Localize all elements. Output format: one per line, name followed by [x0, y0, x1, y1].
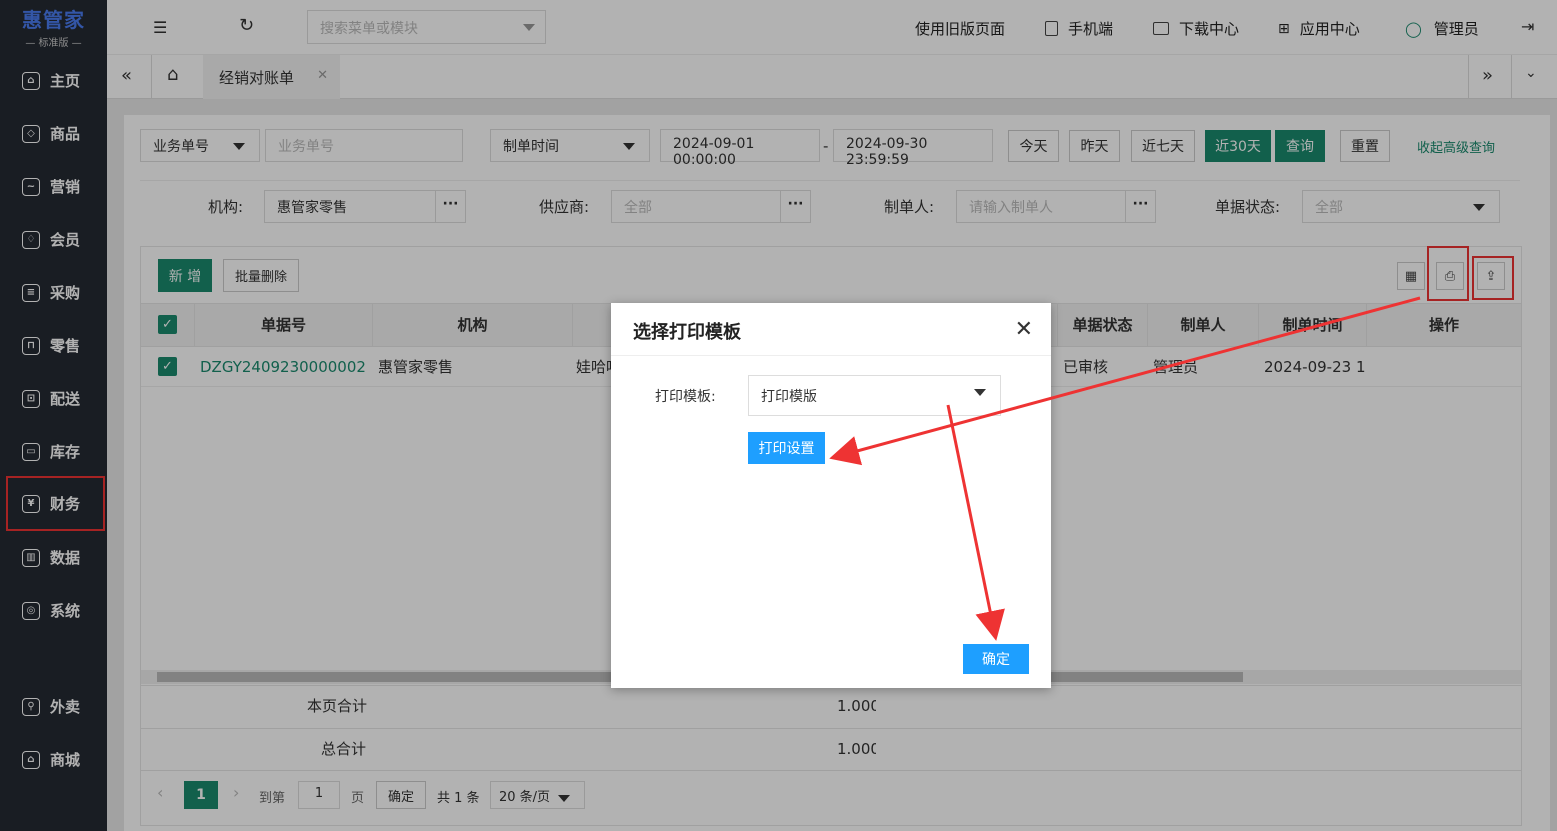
- template-select[interactable]: 打印模版: [748, 375, 1001, 416]
- print-settings-button[interactable]: 打印设置: [748, 432, 825, 464]
- confirm-button[interactable]: 确定: [963, 644, 1029, 674]
- template-value: 打印模版: [761, 389, 817, 405]
- template-label: 打印模板:: [655, 389, 716, 405]
- print-template-dialog: 选择打印模板 ✕ 打印模板: 打印模版 打印设置 确定: [611, 303, 1051, 688]
- dialog-title: 选择打印模板: [611, 303, 1051, 356]
- close-icon[interactable]: ✕: [1015, 317, 1033, 342]
